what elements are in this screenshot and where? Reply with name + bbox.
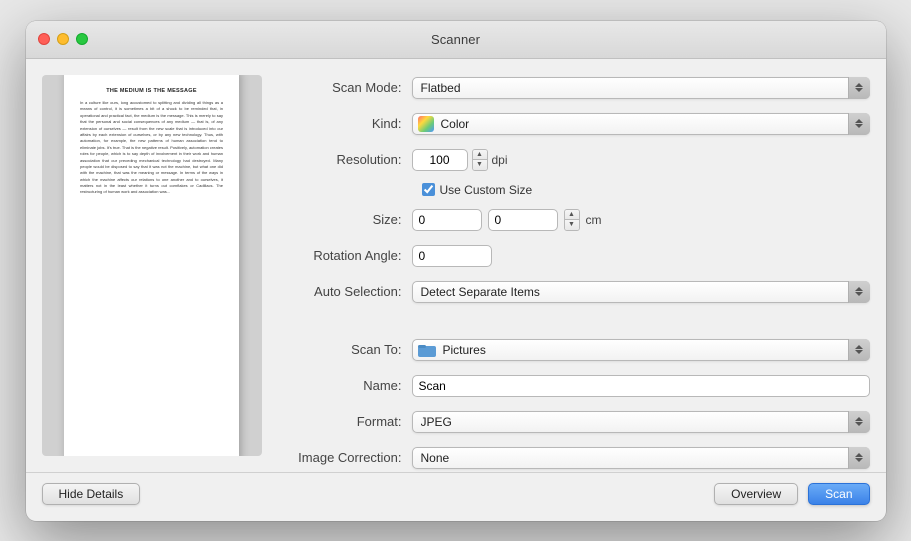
format-select-wrapper: JPEG PNG TIFF PDF [412, 411, 870, 433]
kind-label: Kind: [282, 116, 412, 131]
maximize-button[interactable] [76, 33, 88, 45]
image-correction-select[interactable]: None Manual [412, 447, 870, 469]
content-area: THE MEDIUM IS THE MESSAGE In a culture l… [26, 59, 886, 472]
custom-size-checkbox[interactable] [422, 183, 435, 196]
format-row: Format: JPEG PNG TIFF PDF [282, 409, 870, 435]
size-height-input[interactable] [488, 209, 558, 231]
rotation-angle-label: Rotation Angle: [282, 248, 412, 263]
scanner-window: Scanner THE MEDIUM IS THE MESSAGE In a c… [26, 21, 886, 521]
resolution-increment-button[interactable]: ▲ [473, 150, 487, 161]
size-width-input[interactable] [412, 209, 482, 231]
scan-to-select[interactable]: Pictures Documents Desktop [412, 339, 870, 361]
format-control: JPEG PNG TIFF PDF [412, 411, 870, 433]
scan-mode-row: Scan Mode: Flatbed Film Scanner [282, 75, 870, 101]
scan-mode-control: Flatbed Film Scanner [412, 77, 870, 99]
size-unit-label: cm [586, 213, 602, 227]
scan-mode-label: Scan Mode: [282, 80, 412, 95]
name-label: Name: [282, 378, 412, 393]
rotation-angle-row: Rotation Angle: [282, 243, 870, 269]
size-label: Size: [282, 212, 412, 227]
document-preview: THE MEDIUM IS THE MESSAGE In a culture l… [64, 75, 239, 456]
traffic-lights [38, 33, 88, 45]
resolution-control: ▲ ▼ dpi [412, 149, 870, 171]
name-control [412, 375, 870, 397]
footer-right-buttons: Overview Scan [714, 483, 869, 505]
resolution-row: Resolution: ▲ ▼ dpi [282, 147, 870, 173]
auto-selection-row: Auto Selection: Detect Separate Items No… [282, 279, 870, 305]
titlebar: Scanner [26, 21, 886, 59]
footer: Hide Details Overview Scan [26, 472, 886, 521]
unit-decrement-button[interactable]: ▼ [565, 220, 579, 230]
size-row: Size: ▲ ▼ cm [282, 207, 870, 233]
auto-selection-select-wrapper: Detect Separate Items None [412, 281, 870, 303]
unit-increment-button[interactable]: ▲ [565, 210, 579, 221]
size-control: ▲ ▼ cm [412, 209, 870, 231]
image-correction-row: Image Correction: None Manual [282, 445, 870, 471]
format-select[interactable]: JPEG PNG TIFF PDF [412, 411, 870, 433]
auto-selection-select[interactable]: Detect Separate Items None [412, 281, 870, 303]
rotation-angle-control [412, 245, 870, 267]
resolution-decrement-button[interactable]: ▼ [473, 160, 487, 170]
resolution-stepper: ▲ ▼ [472, 149, 488, 171]
kind-row: Kind: Color Black & White Grayscale [282, 111, 870, 137]
name-input[interactable] [412, 375, 870, 397]
image-correction-select-wrapper: None Manual [412, 447, 870, 469]
image-correction-control: None Manual [412, 447, 870, 469]
auto-selection-label: Auto Selection: [282, 284, 412, 299]
kind-select-wrapper: Color Black & White Grayscale [412, 113, 870, 135]
format-label: Format: [282, 414, 412, 429]
custom-size-label: Use Custom Size [440, 183, 533, 197]
document-title: THE MEDIUM IS THE MESSAGE [80, 88, 223, 94]
preview-panel: THE MEDIUM IS THE MESSAGE In a culture l… [42, 75, 262, 456]
scan-mode-select-wrapper: Flatbed Film Scanner [412, 77, 870, 99]
custom-size-row: Use Custom Size [422, 183, 870, 197]
resolution-label: Resolution: [282, 152, 412, 167]
document-body: In a culture like ours, long accustomed … [80, 100, 223, 196]
resolution-input[interactable] [412, 149, 468, 171]
close-button[interactable] [38, 33, 50, 45]
scan-mode-select[interactable]: Flatbed Film Scanner [412, 77, 870, 99]
scan-to-control: Pictures Documents Desktop [412, 339, 870, 361]
rotation-angle-input[interactable] [412, 245, 492, 267]
settings-panel: Scan Mode: Flatbed Film Scanner [282, 75, 870, 456]
scan-to-label: Scan To: [282, 342, 412, 357]
kind-control: Color Black & White Grayscale [412, 113, 870, 135]
kind-select[interactable]: Color Black & White Grayscale [412, 113, 870, 135]
name-row: Name: [282, 373, 870, 399]
window-title: Scanner [431, 32, 480, 47]
scan-to-select-wrapper: Pictures Documents Desktop [412, 339, 870, 361]
overview-button[interactable]: Overview [714, 483, 798, 505]
size-unit-stepper: ▲ ▼ [564, 209, 580, 231]
scan-to-row: Scan To: Pictures Documents Desktop [282, 337, 870, 363]
hide-details-button[interactable]: Hide Details [42, 483, 141, 505]
scan-button[interactable]: Scan [808, 483, 869, 505]
minimize-button[interactable] [57, 33, 69, 45]
image-correction-label: Image Correction: [282, 450, 412, 465]
dpi-label: dpi [492, 153, 508, 167]
auto-selection-control: Detect Separate Items None [412, 281, 870, 303]
